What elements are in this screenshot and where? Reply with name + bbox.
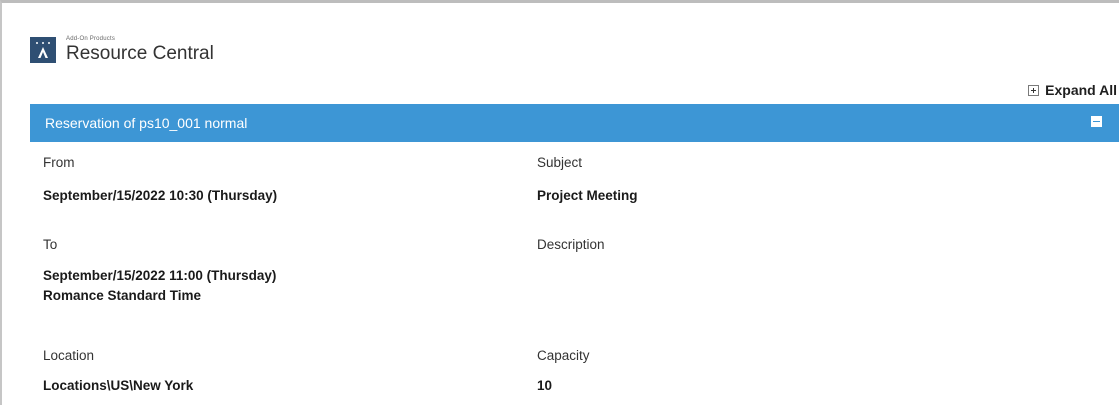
to-value: September/15/2022 11:00 (Thursday): [43, 268, 277, 283]
from-value: September/15/2022 10:30 (Thursday): [43, 188, 278, 203]
capacity-value: 10: [537, 378, 553, 393]
brand-subtitle: Add-On Products: [66, 36, 116, 42]
collapse-minus-icon[interactable]: [1091, 116, 1102, 127]
location-value: Locations\US\New York: [43, 378, 194, 393]
location-label: Location: [43, 348, 95, 363]
subject-label: Subject: [537, 155, 583, 170]
brand: Add-On Products Resource Central: [30, 33, 214, 67]
expand-plus-icon: [1028, 84, 1040, 96]
reservation-title: Reservation of ps10_001 normal: [45, 115, 248, 131]
expand-all-button[interactable]: Expand All: [1028, 82, 1117, 98]
reservation-header-bar[interactable]: Reservation of ps10_001 normal: [30, 104, 1119, 142]
description-label: Description: [537, 237, 605, 252]
resource-central-logo-icon: [30, 37, 56, 63]
capacity-label: Capacity: [537, 348, 590, 363]
brand-text: Add-On Products Resource Central: [66, 36, 214, 64]
subject-value: Project Meeting: [537, 188, 638, 203]
app-frame: Add-On Products Resource Central Expand …: [0, 0, 1119, 405]
from-label: From: [43, 155, 75, 170]
app-title: Resource Central: [66, 43, 214, 64]
to-label: To: [43, 237, 58, 252]
timezone-value: Romance Standard Time: [43, 288, 202, 303]
expand-all-label: Expand All: [1045, 82, 1117, 98]
